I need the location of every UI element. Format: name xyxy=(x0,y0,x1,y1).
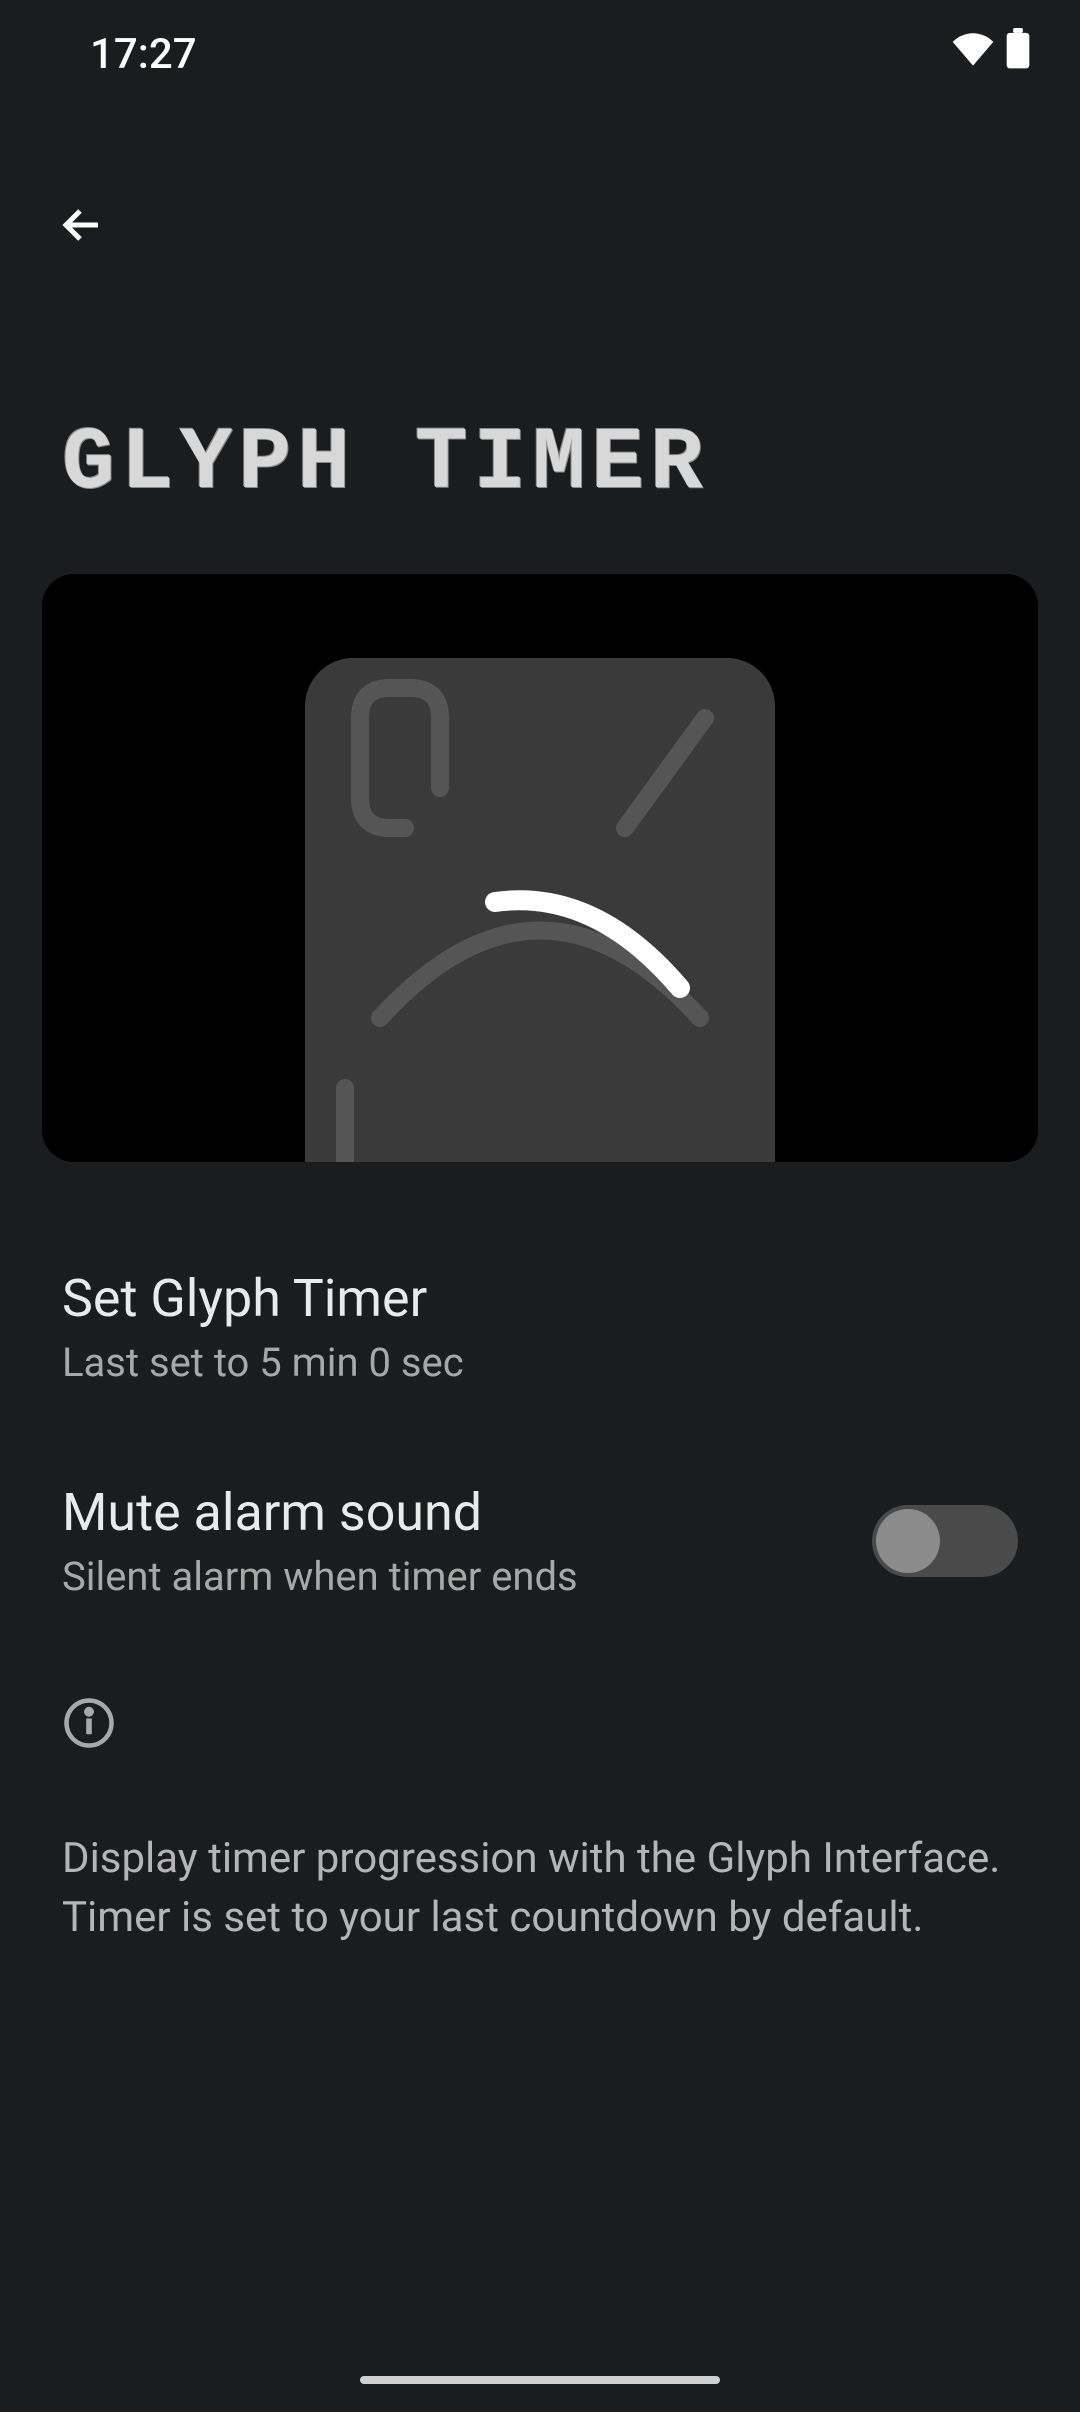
status-bar: 17:27 xyxy=(0,0,1080,105)
setting-subtitle: Last set to 5 min 0 sec xyxy=(62,1339,1018,1386)
battery-icon xyxy=(1004,28,1032,81)
setting-text: Mute alarm sound Silent alarm when timer… xyxy=(62,1482,872,1600)
info-icon xyxy=(62,1696,116,1750)
status-time: 17:27 xyxy=(90,30,197,79)
setting-subtitle: Silent alarm when timer ends xyxy=(62,1553,872,1600)
setting-title: Mute alarm sound xyxy=(62,1482,872,1543)
glyph-preview-card xyxy=(42,574,1038,1162)
navigation-bar[interactable] xyxy=(360,2376,720,2384)
mute-alarm-toggle[interactable] xyxy=(872,1505,1018,1577)
wifi-icon xyxy=(952,28,994,81)
phone-mockup xyxy=(305,658,775,1162)
setting-text: Set Glyph Timer Last set to 5 min 0 sec xyxy=(62,1268,1018,1386)
info-section: Display timer progression with the Glyph… xyxy=(0,1648,1080,1948)
toggle-thumb xyxy=(876,1509,940,1573)
set-glyph-timer-item[interactable]: Set Glyph Timer Last set to 5 min 0 sec xyxy=(62,1248,1018,1434)
arrow-left-icon xyxy=(58,201,106,249)
setting-title: Set Glyph Timer xyxy=(62,1268,1018,1329)
app-bar xyxy=(0,105,1080,275)
info-text: Display timer progression with the Glyph… xyxy=(62,1830,1018,1948)
glyph-lights-icon xyxy=(305,658,775,1162)
settings-list: Set Glyph Timer Last set to 5 min 0 sec … xyxy=(0,1162,1080,1648)
page-title: GLYPH TIMER xyxy=(0,275,1080,574)
status-icons xyxy=(952,28,1032,81)
mute-alarm-sound-item[interactable]: Mute alarm sound Silent alarm when timer… xyxy=(62,1434,1018,1648)
back-button[interactable] xyxy=(52,195,112,255)
